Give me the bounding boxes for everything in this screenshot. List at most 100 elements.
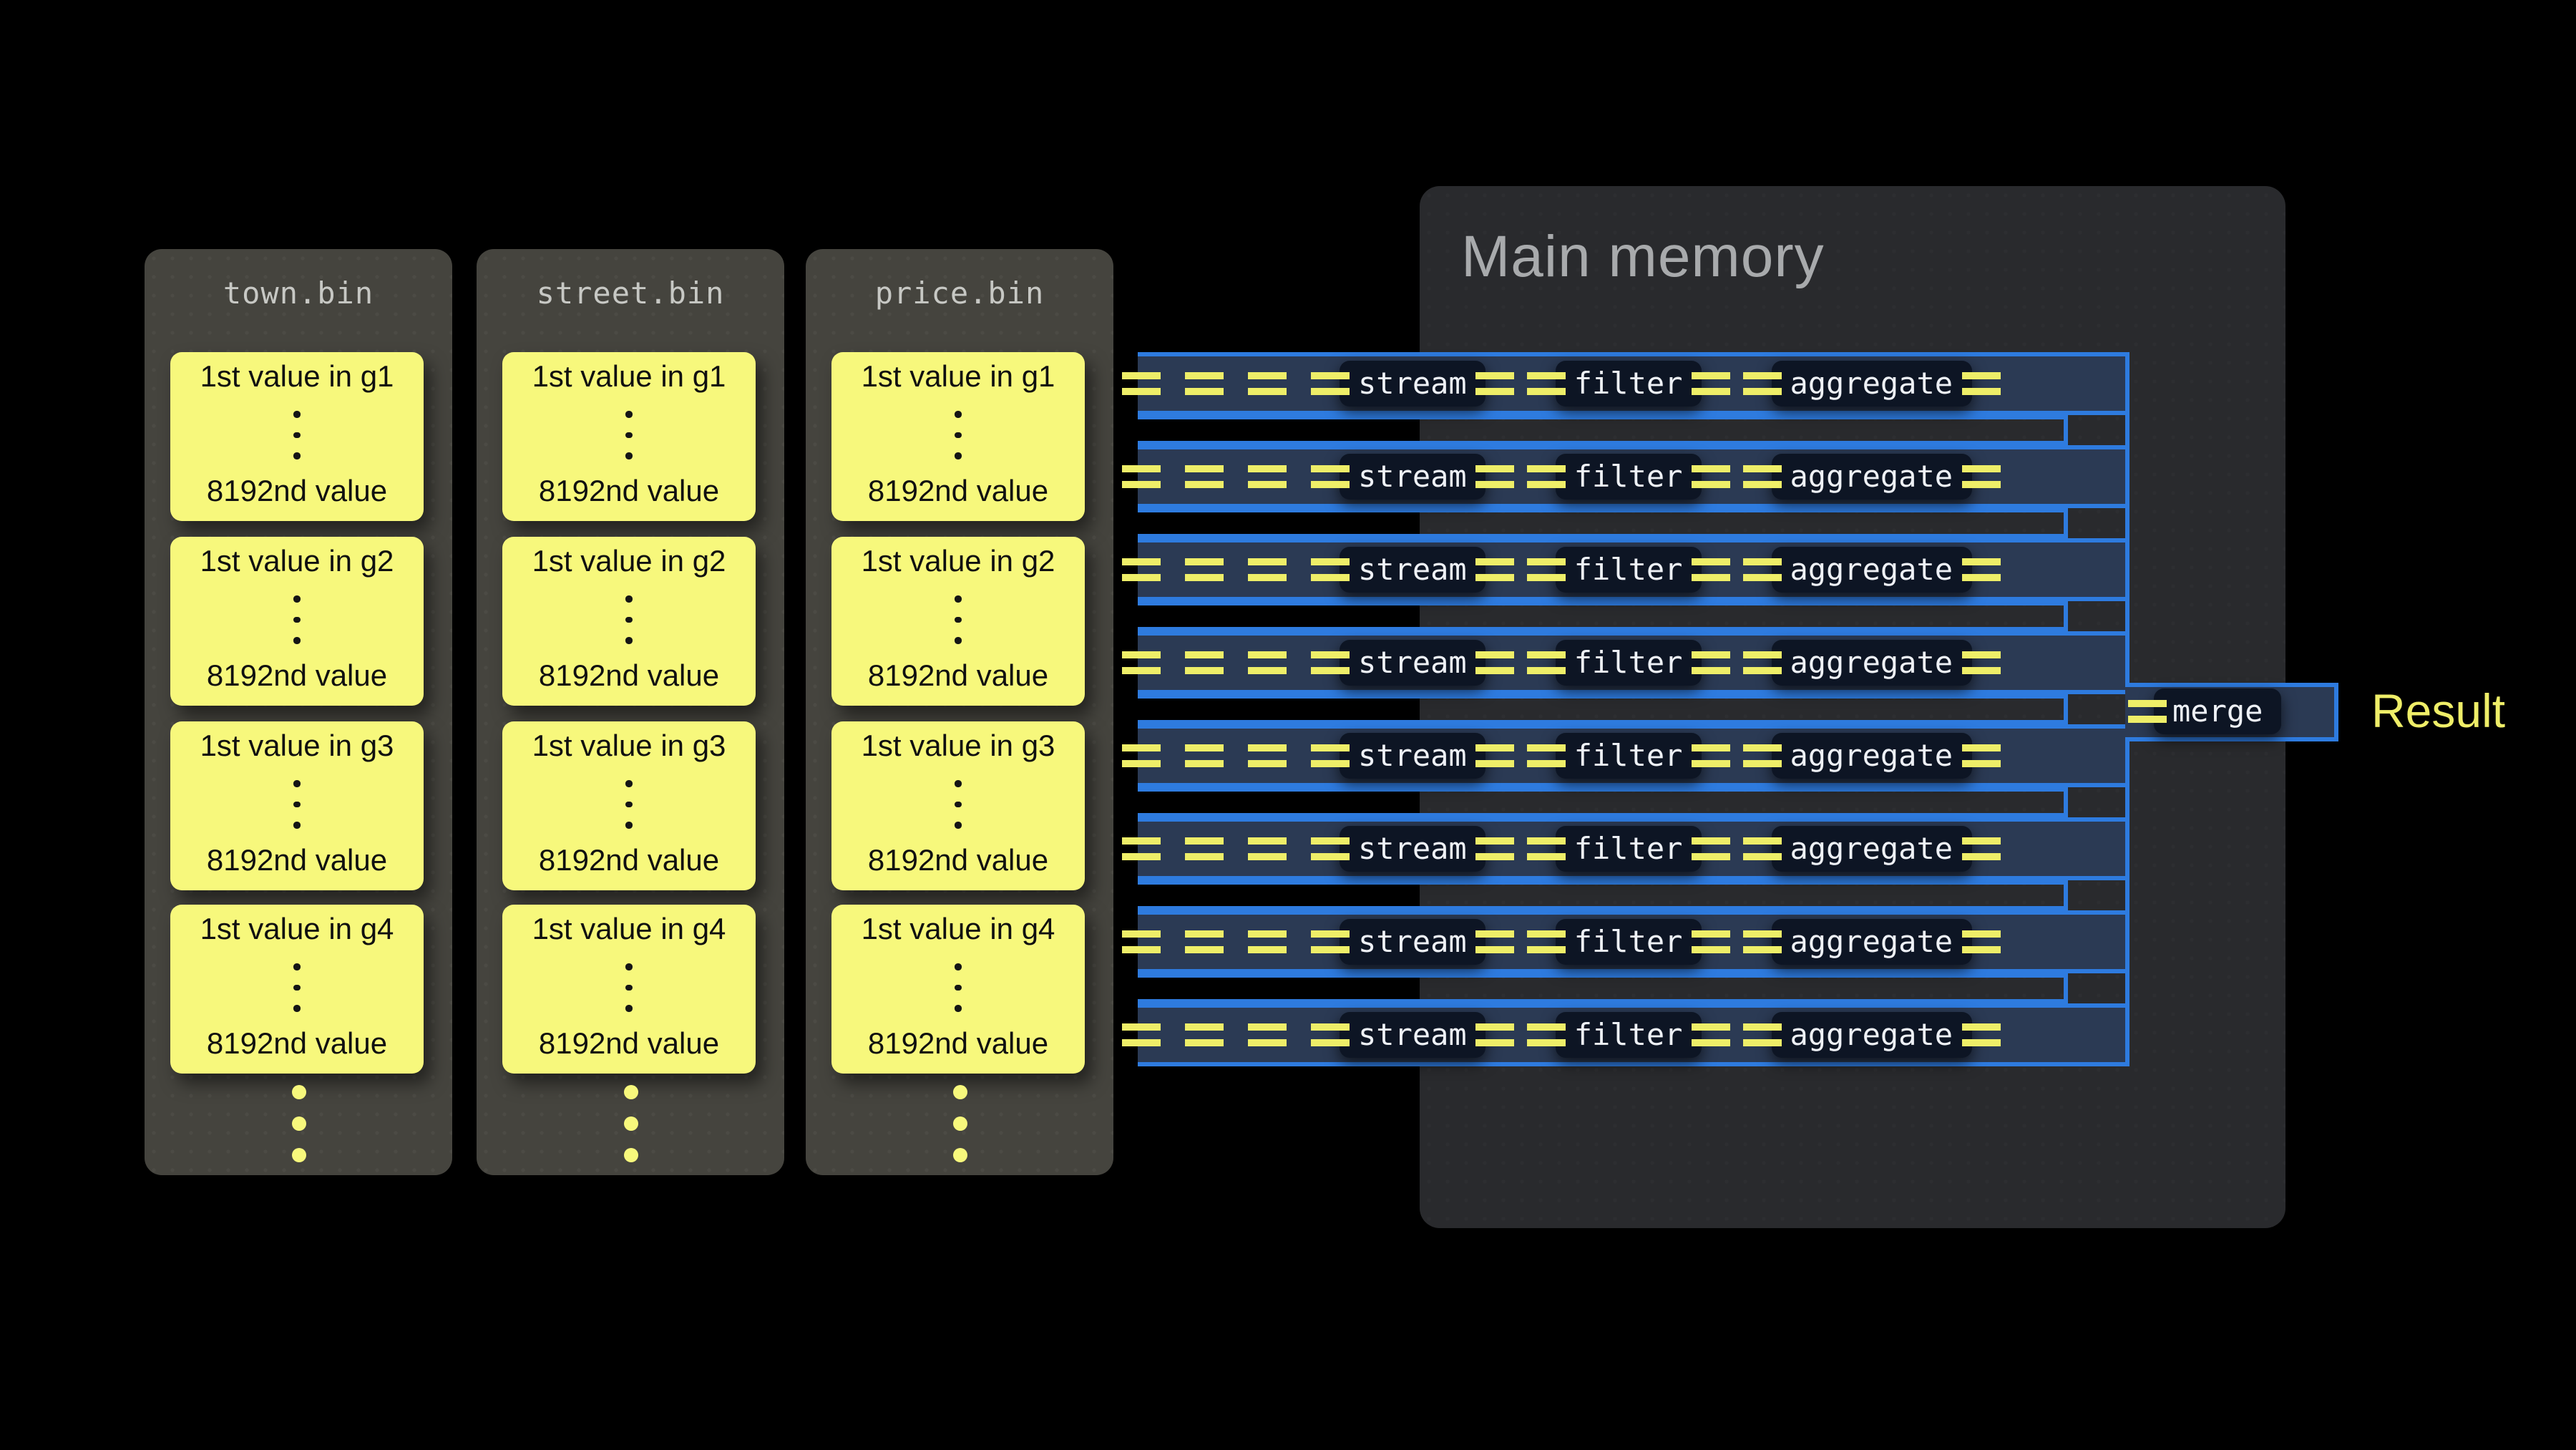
merge-bus-line: [2125, 741, 2129, 1066]
stream-chip: stream: [1340, 919, 1485, 965]
value-block-g3: 1st value in g3 8192nd value: [170, 721, 424, 890]
pipeline-row: streamfilteraggregate: [1138, 445, 2129, 507]
aggregate-chip: aggregate: [1771, 454, 1971, 500]
filter-chip: filter: [1556, 454, 1702, 500]
value-block-g1: 1st value in g18192nd value: [170, 352, 424, 521]
ellipsis-dot: [952, 1085, 967, 1099]
stream-chip: stream: [1340, 1012, 1485, 1058]
ellipsis-dot: [955, 432, 962, 439]
data-flow-dash-icon: [1185, 744, 1224, 767]
data-flow-dash-icon: [1742, 651, 1781, 674]
data-flow-dash-icon: [1122, 651, 1161, 674]
file-panel-town: town.bin1st value in g18192nd value1st v…: [145, 249, 452, 1175]
ellipsis-dot: [626, 985, 633, 991]
more-groups-ellipsis-icon: [623, 1085, 638, 1162]
data-flow-dash-icon: [1742, 744, 1781, 767]
ellipsis-dot: [955, 802, 962, 808]
ellipsis-dot: [626, 432, 633, 439]
block-last-value-label: 8192nd value: [207, 845, 387, 879]
file-name: price.bin: [806, 276, 1113, 311]
ellipsis-dot: [294, 596, 301, 603]
ellipsis-dot: [294, 453, 301, 459]
data-flow-dash-icon: [1475, 1023, 1514, 1046]
block-first-value-label: 1st value in g3: [532, 730, 726, 764]
vertical-ellipsis-icon: [294, 964, 301, 1012]
more-groups-ellipsis-icon: [952, 1085, 967, 1162]
data-flow-dash-icon: [1311, 558, 1350, 581]
data-flow-dash-icon: [1742, 465, 1781, 488]
pipeline-row: streamfilteraggregate: [1138, 631, 2129, 694]
vertical-ellipsis-icon: [955, 781, 962, 829]
aggregate-chip: aggregate: [1771, 640, 1971, 686]
vertical-ellipsis-icon: [294, 781, 301, 829]
data-flow-dash-icon: [1475, 744, 1514, 767]
ellipsis-dot: [294, 1006, 301, 1012]
block-last-value-label: 8192nd value: [868, 1028, 1048, 1062]
ellipsis-dot: [955, 617, 962, 623]
block-first-value-label: 1st value in g2: [532, 545, 726, 580]
data-flow-dash-icon: [1122, 558, 1161, 581]
value-block-g2: 1st value in g28192nd value: [502, 537, 756, 706]
data-flow-dash-icon: [1742, 558, 1781, 581]
value-block-g4: 1st value in g48192nd value: [831, 905, 1085, 1074]
value-block-g2: 1st value in g28192nd value: [831, 537, 1085, 706]
vertical-ellipsis-icon: [626, 412, 633, 459]
block-first-value-label: 1st value in g2: [200, 545, 394, 580]
pipeline-row: streamfilteraggregate: [1138, 1003, 2129, 1066]
data-flow-dash-icon: [1691, 651, 1729, 674]
block-first-value-label: 1st value in g4: [200, 913, 394, 948]
data-flow-dash-icon: [1311, 651, 1350, 674]
data-flow-dash-icon: [1248, 558, 1287, 581]
file-name: town.bin: [145, 276, 452, 311]
merge-chip: merge: [2154, 688, 2281, 734]
ellipsis-dot: [291, 1085, 306, 1099]
stream-chip: stream: [1340, 547, 1485, 593]
data-flow-dash-icon: [1122, 837, 1161, 860]
ellipsis-dot: [955, 638, 962, 644]
value-block-g2: 1st value in g2 8192nd value: [170, 537, 424, 706]
data-flow-dash-icon: [1691, 1023, 1729, 1046]
filter-chip: filter: [1556, 547, 1702, 593]
data-flow-dash-icon: [1248, 465, 1287, 488]
value-block-g4: 1st value in g48192nd value: [170, 905, 424, 1074]
block-last-value-label: 8192nd value: [868, 475, 1048, 510]
data-flow-dash-icon: [1311, 837, 1350, 860]
data-flow-dash-icon: [1122, 1023, 1161, 1046]
data-flow-dash-icon: [1185, 930, 1224, 953]
pipeline-row: streamfilteraggregate: [1138, 817, 2129, 880]
block-last-value-label: 8192nd value: [868, 660, 1048, 694]
stream-chip: stream: [1340, 361, 1485, 407]
ellipsis-dot: [294, 985, 301, 991]
data-flow-dash-icon: [1527, 744, 1566, 767]
block-first-value-label: 1st value in g1: [862, 361, 1055, 395]
data-flow-dash-icon: [1475, 558, 1514, 581]
file-name: street.bin: [477, 276, 784, 311]
stream-chip: stream: [1340, 733, 1485, 779]
data-flow-dash-icon: [1475, 372, 1514, 395]
aggregate-chip: aggregate: [1771, 361, 1971, 407]
ellipsis-dot: [294, 822, 301, 829]
data-flow-dash-icon: [1311, 744, 1350, 767]
data-flow-dash-icon: [1527, 372, 1566, 395]
buffer-gap-box: [1138, 973, 2068, 1003]
data-flow-dash-icon: [1961, 744, 2000, 767]
data-flow-dash-icon: [1742, 930, 1781, 953]
data-flow-dash-icon: [1691, 558, 1729, 581]
data-flow-dash-icon: [1122, 744, 1161, 767]
ellipsis-dot: [955, 453, 962, 459]
aggregate-chip: aggregate: [1771, 919, 1971, 965]
vertical-ellipsis-icon: [294, 596, 301, 644]
data-flow-dash-icon: [1185, 465, 1224, 488]
merge-bus-line: [2125, 352, 2129, 682]
data-flow-dash-icon: [1475, 837, 1514, 860]
data-flow-dash-icon: [1527, 558, 1566, 581]
block-last-value-label: 8192nd value: [207, 660, 387, 694]
ellipsis-dot: [294, 781, 301, 787]
block-first-value-label: 1st value in g1: [200, 361, 394, 395]
data-flow-dash-icon: [1691, 744, 1729, 767]
pipeline-row: streamfilteraggregate: [1138, 352, 2129, 414]
ellipsis-dot: [955, 964, 962, 970]
block-first-value-label: 1st value in g3: [200, 730, 394, 764]
data-flow-dash-icon: [1691, 930, 1729, 953]
filter-chip: filter: [1556, 919, 1702, 965]
